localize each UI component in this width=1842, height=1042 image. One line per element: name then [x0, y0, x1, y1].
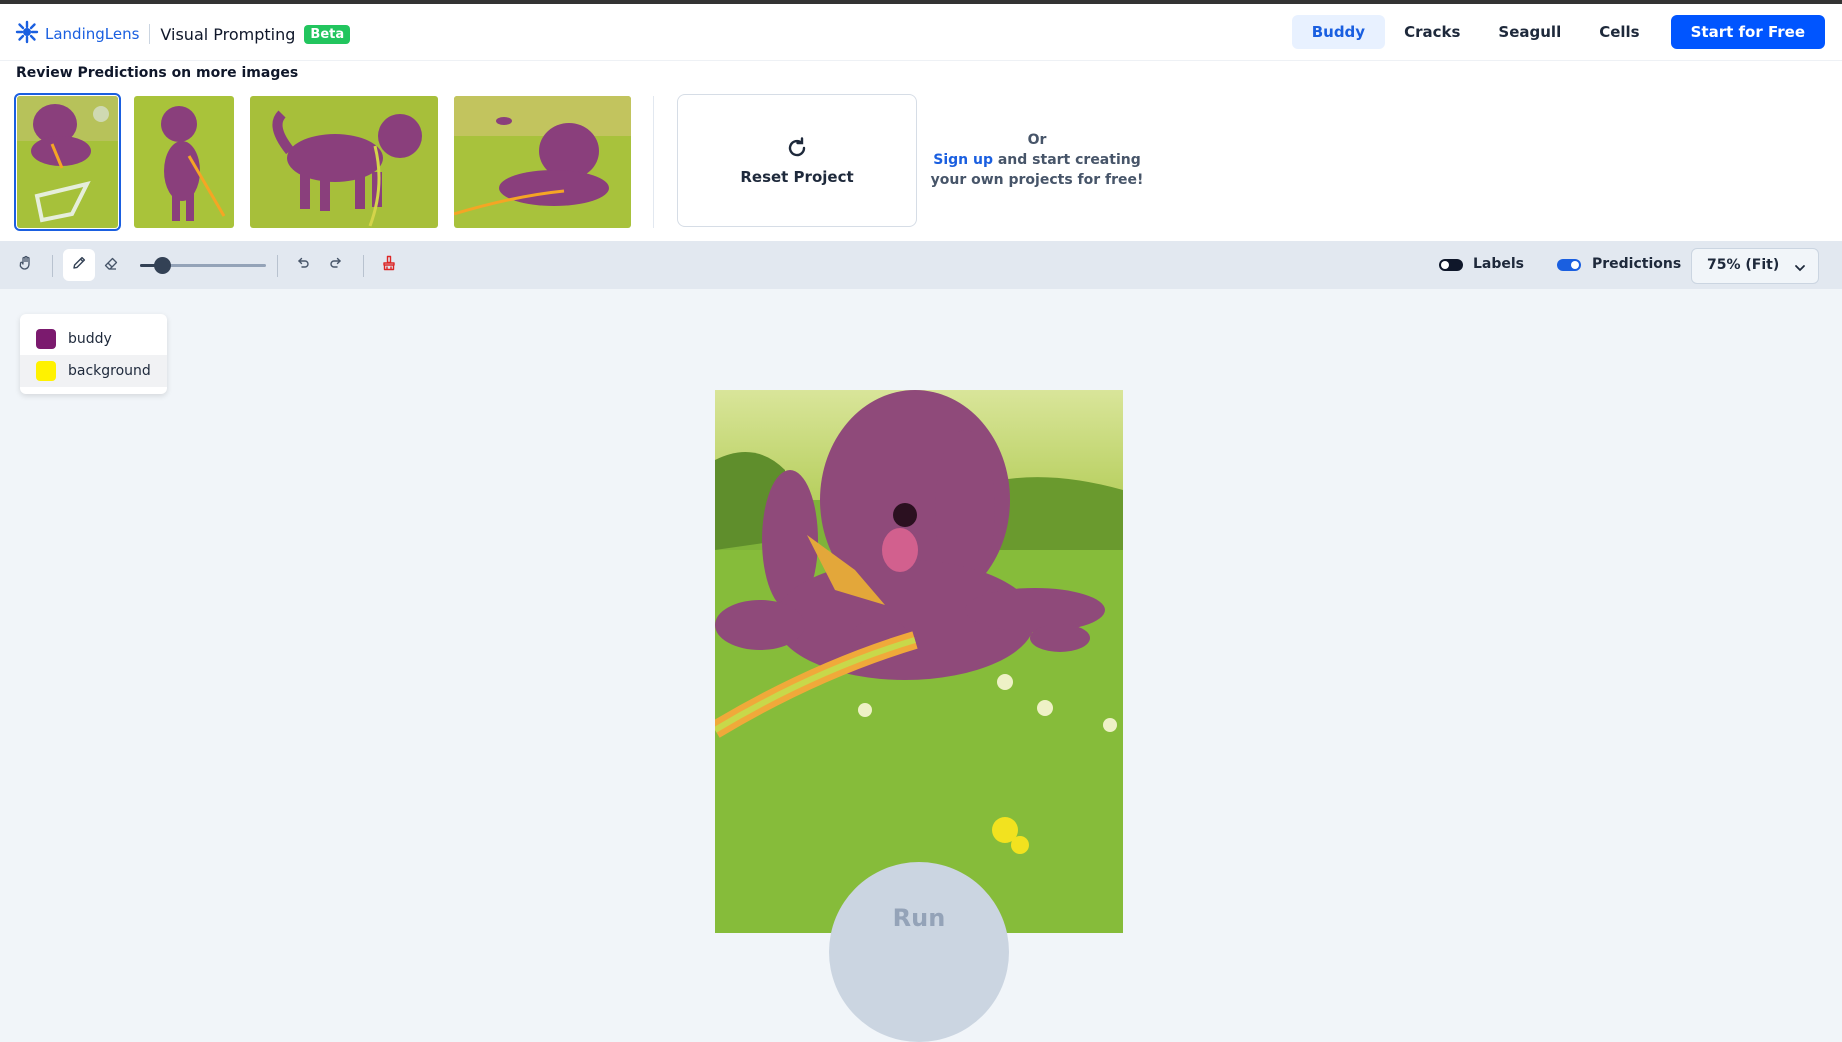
run-label: Run: [892, 904, 946, 932]
nav-seagull[interactable]: Seagull: [1479, 15, 1580, 49]
predictions-label: Predictions: [1592, 256, 1682, 272]
labels-label: Labels: [1473, 256, 1525, 272]
review-predictions-panel: Review Predictions on more images Reset …: [0, 61, 1842, 241]
thumbnail-3[interactable]: [250, 96, 438, 228]
eraser-tool[interactable]: [95, 249, 127, 281]
refresh-icon: [785, 136, 809, 164]
clear-all-button[interactable]: [373, 249, 405, 281]
signup-text-line1: and start creating: [992, 152, 1141, 168]
predictions-toggle-knob: [1571, 261, 1579, 269]
brush-tool[interactable]: [63, 249, 95, 281]
eraser-icon: [103, 255, 119, 275]
prediction-canvas-image[interactable]: [715, 390, 1123, 933]
run-button[interactable]: Run: [829, 862, 1009, 1042]
chevron-down-icon: [1794, 259, 1806, 278]
nav-cracks[interactable]: Cracks: [1385, 15, 1479, 49]
pan-tool[interactable]: [10, 249, 42, 281]
zoom-value: 75% (Fit): [1707, 257, 1780, 273]
landinglens-logo-icon: [15, 20, 39, 48]
legend-item-background[interactable]: background: [20, 355, 167, 387]
brand-name: LandingLens: [45, 25, 140, 43]
beta-badge: Beta: [304, 24, 351, 44]
hand-icon: [18, 255, 34, 275]
redo-button[interactable]: [320, 249, 352, 281]
toolbar-divider: [363, 255, 364, 277]
header-divider: [149, 24, 151, 44]
reset-project-button[interactable]: Reset Project: [677, 94, 917, 227]
nav-buddy[interactable]: Buddy: [1291, 15, 1386, 49]
legend-item-buddy[interactable]: buddy: [20, 323, 167, 355]
toolbar-divider: [52, 255, 53, 277]
clear-brush-icon: [381, 255, 397, 275]
thumbnail-2[interactable]: [134, 96, 234, 228]
signup-text-line2: your own projects for free!: [930, 172, 1144, 188]
brush-size-handle[interactable]: [154, 257, 171, 274]
redo-icon: [328, 255, 344, 275]
or-text: Or: [1027, 132, 1047, 148]
start-for-free-button[interactable]: Start for Free: [1670, 15, 1825, 49]
app-header: LandingLens Visual Prompting Beta Buddy …: [0, 4, 1842, 61]
panel-divider: [653, 96, 654, 228]
buddy-color-swatch: [36, 329, 56, 349]
zoom-select[interactable]: 75% (Fit): [1691, 248, 1819, 284]
app-title: Visual Prompting: [160, 24, 296, 44]
toolbar-divider: [277, 255, 278, 277]
pencil-icon: [71, 255, 87, 275]
background-color-swatch: [36, 361, 56, 381]
legend-label: buddy: [68, 331, 112, 347]
nav-cells[interactable]: Cells: [1580, 15, 1658, 49]
labels-toggle-knob: [1441, 261, 1449, 269]
class-legend: buddy background: [20, 314, 167, 394]
undo-icon: [295, 255, 311, 275]
thumbnail-4[interactable]: [454, 96, 631, 228]
sign-up-link[interactable]: Sign up: [933, 152, 993, 168]
undo-button[interactable]: [287, 249, 319, 281]
legend-label: background: [68, 363, 151, 379]
signup-prompt: Or Sign up and start creating your own p…: [930, 130, 1144, 190]
logo[interactable]: LandingLens Visual Prompting Beta: [15, 20, 351, 48]
reset-project-label: Reset Project: [740, 167, 854, 186]
canvas-toolbar: Labels Predictions 75% (Fit): [0, 241, 1842, 289]
labels-toggle[interactable]: [1439, 259, 1463, 271]
predictions-toggle[interactable]: [1557, 259, 1581, 271]
project-nav: Buddy Cracks Seagull Cells Start for Fre…: [1291, 15, 1825, 49]
thumbnail-1[interactable]: [14, 93, 121, 231]
review-title: Review Predictions on more images: [16, 65, 299, 81]
